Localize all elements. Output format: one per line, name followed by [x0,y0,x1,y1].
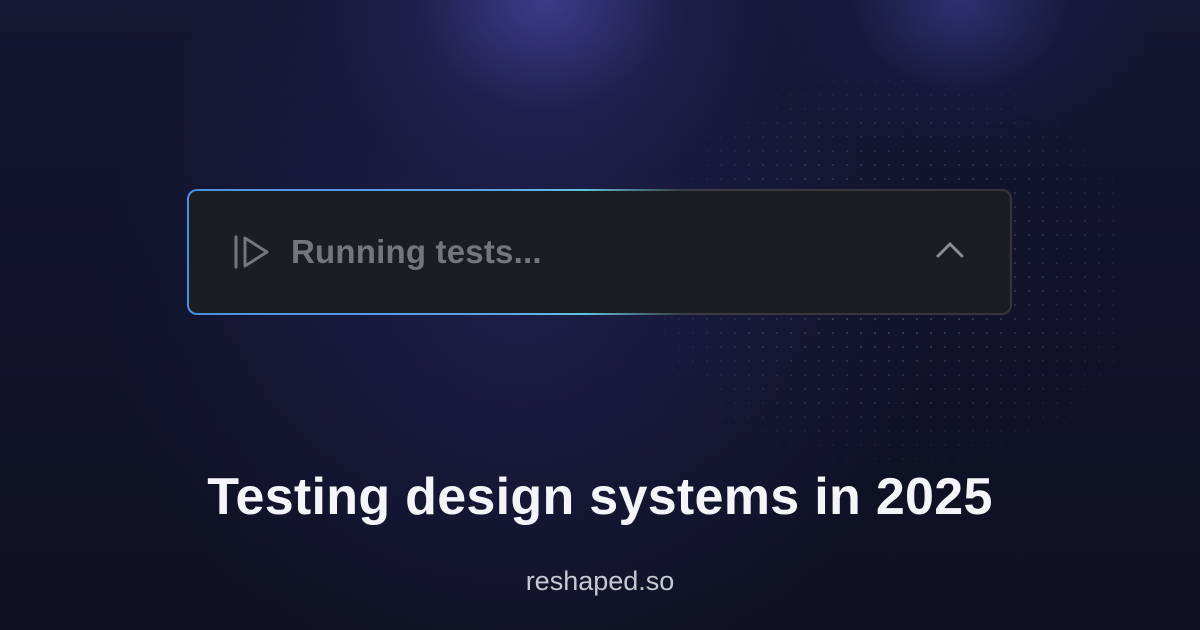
collapse-toggle-button[interactable] [932,234,968,270]
chevron-up-icon [936,241,964,264]
play-run-icon [232,234,272,270]
test-status-bar[interactable]: Running tests... [187,189,1012,315]
page-headline: Testing design systems in 2025 [207,468,993,526]
test-status-bar-inner: Running tests... [189,191,1010,313]
site-link[interactable]: reshaped.so [0,566,1200,597]
status-text: Running tests... [291,233,542,270]
